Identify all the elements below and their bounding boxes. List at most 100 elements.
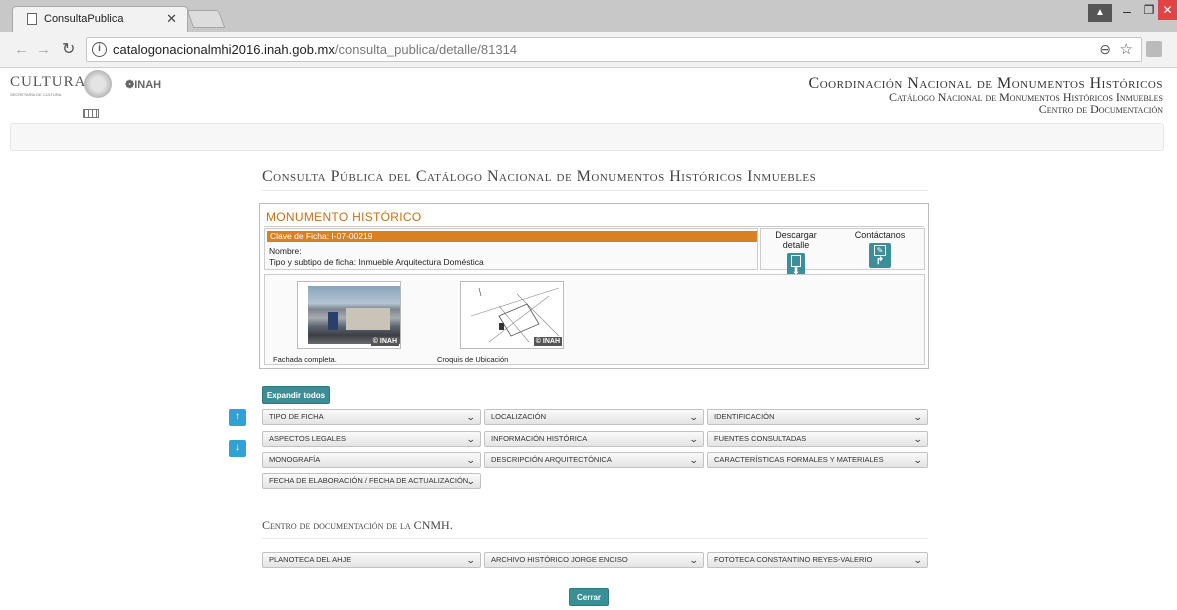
panel-title: MONUMENTO HISTÓRICO <box>266 210 422 224</box>
url-host: catalogonacionalmhi2016.inah.gob.mx <box>113 42 335 57</box>
section-localizacion[interactable]: LOCALIZACIÓN ⌄ <box>484 409 704 425</box>
location-sketch <box>470 287 560 343</box>
record-info: Clave de Ficha: I-07-00219 Nombre: Tipo … <box>264 228 758 270</box>
contact-button[interactable]: ✎ ↱ <box>869 243 891 268</box>
share-arrow-icon: ↱ <box>875 256 885 267</box>
building-icon <box>83 109 99 118</box>
record-id-bar: Clave de Ficha: I-07-00219 <box>267 231 757 242</box>
facade-caption: Fachada completa. <box>273 355 337 364</box>
org-title: Coordinación Nacional de Monumentos Hist… <box>809 75 1163 115</box>
inah-watermark: © INAH <box>370 337 399 346</box>
contact-action: Contáctanos ✎ ↱ <box>845 230 915 268</box>
section-monografia[interactable]: MONOGRAFÍA ⌄ <box>262 452 481 468</box>
section-identificacion[interactable]: IDENTIFICACIÓN ⌄ <box>707 409 928 425</box>
section-descripcion-arquitectonica[interactable]: DESCRIPCIÓN ARQUITECTÓNICA ⌄ <box>484 452 704 468</box>
contact-label: Contáctanos <box>854 230 906 240</box>
section-caracteristicas-formales[interactable]: CARACTERÍSTICAS FORMALES Y MATERIALES ⌄ <box>707 452 928 468</box>
section-label: FUENTES CONSULTADAS <box>714 434 807 443</box>
download-label: Descargar detalle <box>775 230 817 250</box>
close-button[interactable]: Cerrar <box>569 588 609 606</box>
image-gallery: © INAH © INAH Fachada completa. Croquis … <box>264 274 925 365</box>
section-label: FECHA DE ELABORACIÓN / FECHA DE ACTUALIZ… <box>269 476 469 485</box>
cultura-logo-subtitle: SECRETARÍA DE CULTURA <box>10 92 62 97</box>
section-label: IDENTIFICACIÓN <box>714 412 775 421</box>
photo-door <box>328 312 338 330</box>
monument-panel: MONUMENTO HISTÓRICO Clave de Ficha: I-07… <box>259 203 929 369</box>
doc-fototeca[interactable]: FOTOTECA CONSTANTINO REYES-VALERIO ⌄ <box>707 552 928 568</box>
section-label: CARACTERÍSTICAS FORMALES Y MATERIALES <box>714 455 884 464</box>
bookmark-star-icon[interactable]: ☆ <box>1120 40 1133 58</box>
org-title-line3: Centro de Documentación <box>1038 102 1163 116</box>
inah-watermark: © INAH <box>533 337 562 346</box>
download-action: Descargar detalle ⬇ <box>761 230 831 278</box>
type-value: Inmueble Arquitectura Doméstica <box>358 257 484 267</box>
back-icon[interactable]: ← <box>14 41 29 58</box>
section-fecha-elaboracion[interactable]: FECHA DE ELABORACIÓN / FECHA DE ACTUALIZ… <box>262 473 481 489</box>
section-tipo-de-ficha[interactable]: TIPO DE FICHA ⌄ <box>262 409 481 425</box>
actions-box: Descargar detalle ⬇ Contáctanos ✎ ↱ <box>760 228 925 278</box>
type-label: Tipo y subtipo de ficha: <box>269 257 357 267</box>
sketch-caption: Croquis de Ubicación <box>437 355 509 364</box>
facade-thumbnail[interactable]: © INAH <box>297 281 401 349</box>
browser-tab[interactable]: ConsultaPublica ✕ <box>12 6 188 32</box>
minimize-icon[interactable]: – <box>1116 3 1138 21</box>
site-header: CULTURA SECRETARÍA DE CULTURA ❁INAH Coor… <box>0 68 1177 120</box>
chevron-down-icon: ⌄ <box>689 555 700 565</box>
scroll-up-icon[interactable]: ↑ <box>229 409 246 426</box>
doc-archivo-historico[interactable]: ARCHIVO HISTÓRICO JORGE ENCISO ⌄ <box>484 552 704 568</box>
user-icon[interactable]: ▲ <box>1088 4 1112 22</box>
chevron-down-icon: ⌄ <box>913 455 924 465</box>
section-label: MONOGRAFÍA <box>269 455 321 464</box>
nav-band <box>10 123 1164 151</box>
chevron-down-icon: ⌄ <box>466 455 477 465</box>
section-label: INFORMACIÓN HISTÓRICA <box>491 434 588 443</box>
doc-section-label: ARCHIVO HISTÓRICO JORGE ENCISO <box>491 555 628 564</box>
browser-titlebar: ConsultaPublica ✕ ▲ – ❐ ✕ <box>0 0 1177 32</box>
tab-title: ConsultaPublica <box>44 13 124 25</box>
page-icon <box>27 13 37 25</box>
section-label: LOCALIZACIÓN <box>491 412 547 421</box>
chevron-down-icon: ⌄ <box>466 412 477 422</box>
reload-icon[interactable]: ↻ <box>62 39 75 59</box>
name-label: Nombre: <box>269 246 302 256</box>
type-row: Tipo y subtipo de ficha: Inmueble Arquit… <box>269 257 484 267</box>
location-sketch-thumbnail[interactable]: © INAH <box>460 281 564 349</box>
chevron-down-icon: ⌄ <box>466 434 477 444</box>
url-text[interactable]: catalogonacionalmhi2016.inah.gob.mx/cons… <box>113 42 517 57</box>
extension-icon[interactable] <box>1146 41 1162 57</box>
section-aspectos-legales[interactable]: ASPECTOS LEGALES ⌄ <box>262 431 481 447</box>
restore-icon[interactable]: ❐ <box>1138 3 1160 21</box>
address-bar[interactable]: i catalogonacionalmhi2016.inah.gob.mx/co… <box>86 37 1142 62</box>
forward-icon[interactable]: → <box>36 41 51 58</box>
scroll-down-icon[interactable]: ↓ <box>229 440 246 457</box>
section-fuentes-consultadas[interactable]: FUENTES CONSULTADAS ⌄ <box>707 431 928 447</box>
section-label: TIPO DE FICHA <box>269 412 324 421</box>
chevron-down-icon: ⌄ <box>913 412 924 422</box>
zoom-icon[interactable]: ⊖ <box>1099 41 1111 58</box>
page-title: Consulta Pública del Catálogo Nacional d… <box>262 168 928 191</box>
url-path: /consulta_publica/detalle/81314 <box>334 42 518 57</box>
window-close-icon[interactable]: ✕ <box>1158 0 1177 20</box>
doc-section-label: PLANOTECA DEL AHJE <box>269 555 352 564</box>
chevron-down-icon: ⌄ <box>689 434 700 444</box>
chevron-down-icon: ⌄ <box>466 555 477 565</box>
doc-section-label: FOTOTECA CONSTANTINO REYES-VALERIO <box>714 555 873 564</box>
browser-toolbar: ← → ↻ i catalogonacionalmhi2016.inah.gob… <box>0 32 1177 68</box>
doc-planoteca[interactable]: PLANOTECA DEL AHJE ⌄ <box>262 552 481 568</box>
edit-icon: ✎ <box>874 245 886 256</box>
expand-all-button[interactable]: Expandir todos <box>262 386 330 404</box>
photo-wall <box>346 308 390 330</box>
new-tab-button[interactable] <box>186 10 226 28</box>
chevron-down-icon: ⌄ <box>913 434 924 444</box>
inah-logo-text: INAH <box>134 79 162 91</box>
section-informacion-historica[interactable]: INFORMACIÓN HISTÓRICA ⌄ <box>484 431 704 447</box>
documentation-heading: Centro de documentación de la CNMH. <box>262 518 928 539</box>
divider <box>264 226 924 227</box>
chevron-down-icon: ⌄ <box>913 555 924 565</box>
facade-photo <box>308 286 400 344</box>
info-icon[interactable]: i <box>92 42 107 57</box>
cultura-logo[interactable]: CULTURA <box>10 74 86 91</box>
inah-logo[interactable]: ❁INAH <box>125 78 161 91</box>
section-label: ASPECTOS LEGALES <box>269 434 346 443</box>
close-icon[interactable]: ✕ <box>166 11 177 27</box>
